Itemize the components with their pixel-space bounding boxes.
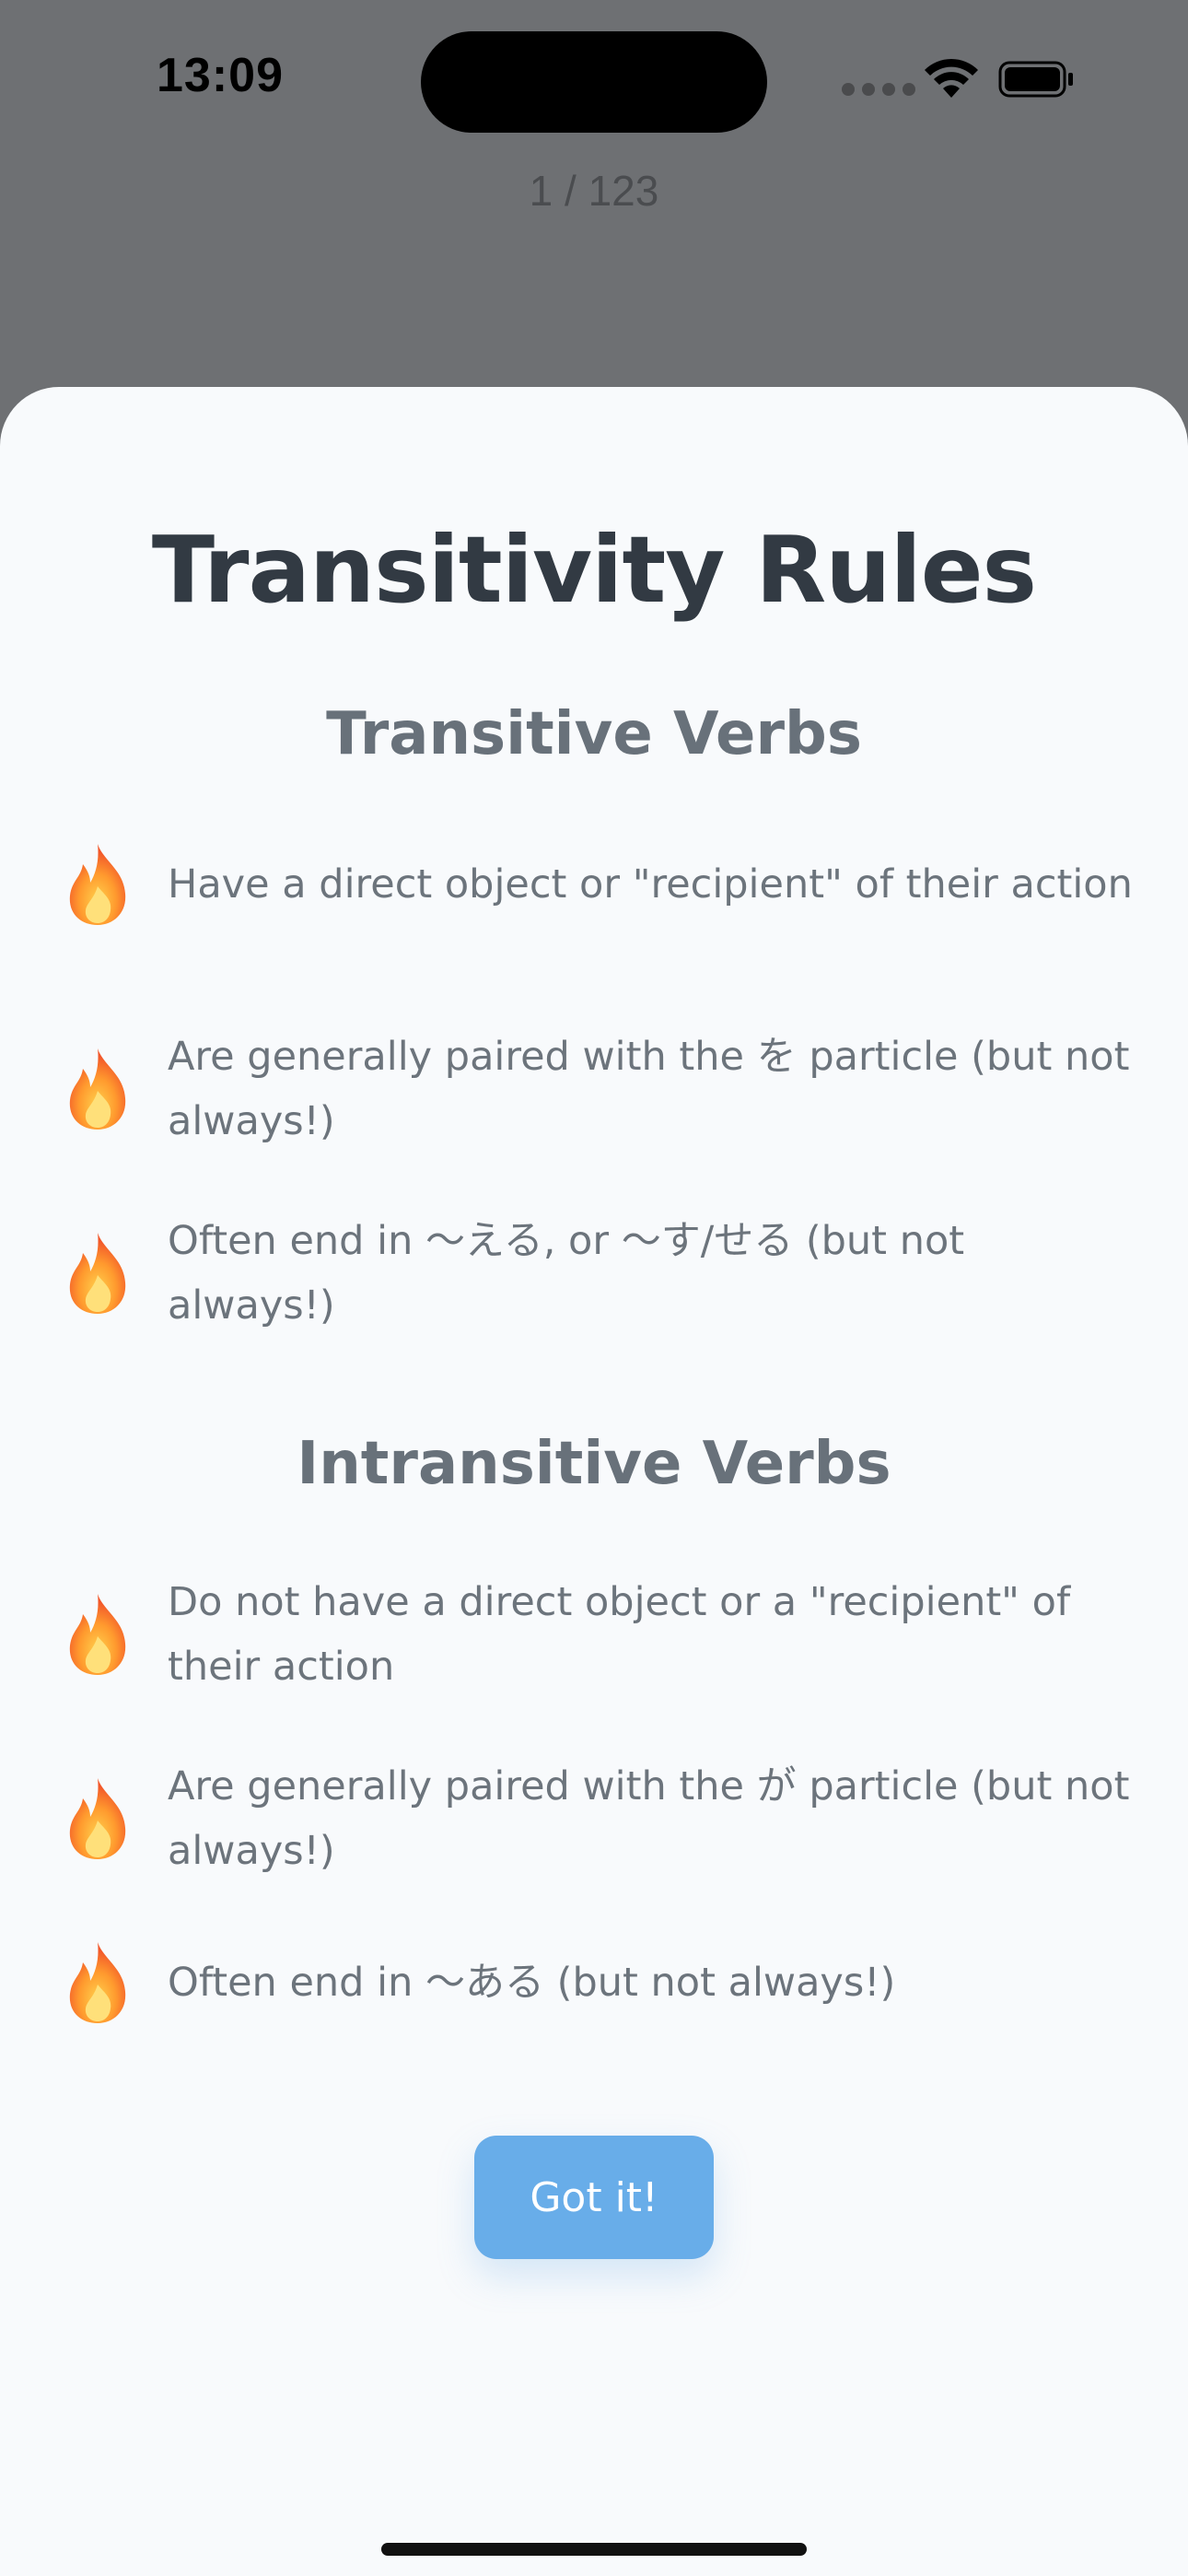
rule-item: Are generally paired with the が particle… [59,1754,1136,1883]
fire-icon [69,1233,126,1314]
rule-text: Are generally paired with the が particle… [168,1763,1130,1874]
section-title-intransitive: Intransitive Verbs [297,1430,891,1498]
app-screen: 13:09 1 / 123 Transitivity Rules Transit… [0,0,1188,2576]
rule-item: Have a direct object or "recipient" of t… [59,840,1136,929]
rule-text: Do not have a direct object or a "recipi… [168,1579,1071,1690]
fire-icon [69,1942,126,2023]
fire-icon [69,1594,126,1675]
fire-icon [69,844,126,925]
status-time: 13:09 [157,49,284,102]
cellular-signal-icon [842,83,915,96]
rule-text: Have a direct object or "recipient" of t… [168,861,1133,907]
rule-item: Often end in 〜える, or 〜す/せる (but not alwa… [59,1209,1136,1338]
section-title-transitive: Transitive Verbs [326,700,862,768]
sheet-title: Transitivity Rules [151,516,1037,624]
rule-item: Do not have a direct object or a "recipi… [59,1570,1136,1699]
fire-icon [69,1778,126,1859]
rule-text: Often end in 〜える, or 〜す/せる (but not alwa… [168,1218,965,1329]
rules-sheet: Transitivity Rules Transitive Verbs Have… [0,387,1188,2576]
rule-item: Often end in 〜ある (but not always!) [59,1938,1136,2027]
home-indicator[interactable] [381,2543,807,2556]
battery-icon [998,61,1073,98]
page-counter: 1 / 123 [529,167,659,215]
wifi-icon [925,58,978,98]
rule-item: Are generally paired with the を particle… [59,1025,1136,1153]
dynamic-island [421,31,767,133]
got-it-button[interactable]: Got it! [474,2136,714,2259]
rule-text: Are generally paired with the を particle… [168,1034,1130,1144]
rule-text: Often end in 〜ある (but not always!) [168,1960,896,2006]
fire-icon [69,1048,126,1130]
